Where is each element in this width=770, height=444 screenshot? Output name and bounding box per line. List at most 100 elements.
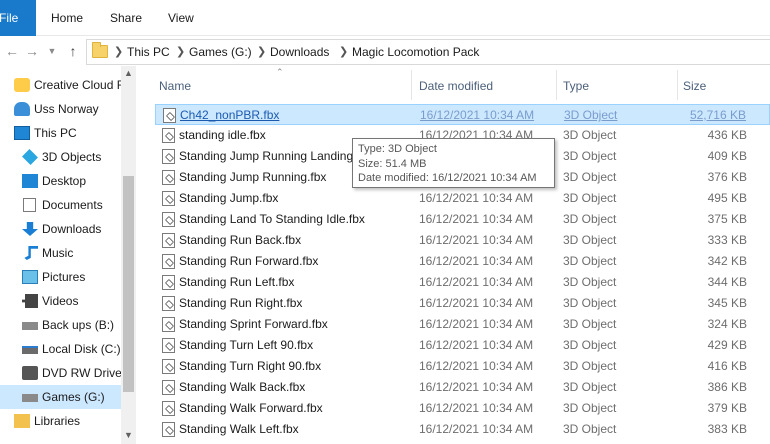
file-type: 3D Object <box>563 422 617 436</box>
tooltip-type: Type: 3D Object <box>358 143 437 155</box>
scroll-down-arrow-icon[interactable]: ▼ <box>121 430 136 440</box>
tab-home[interactable]: Home <box>51 0 83 36</box>
forward-arrow-icon[interactable]: → <box>22 41 42 61</box>
breadcrumb-games-drive[interactable]: Games (G:) <box>189 40 252 64</box>
address-bar[interactable]: ❯ This PC ❯ Games (G:) ❯ Downloads ❯ Mag… <box>86 39 770 65</box>
sidebar-item-pictures[interactable]: Pictures <box>0 265 122 289</box>
scrollbar-thumb[interactable] <box>123 176 134 392</box>
sidebar-item-downloads[interactable]: Downloads <box>0 217 122 241</box>
3d-object-file-icon <box>162 128 175 143</box>
file-size: 52,716 KB <box>689 108 746 122</box>
file-row[interactable]: Standing Walk Forward.fbx 16/12/2021 10:3… <box>155 398 770 419</box>
sidebar-item-music[interactable]: Music <box>0 241 122 265</box>
sidebar-item-games-drive[interactable]: Games (G:) <box>0 385 122 409</box>
tab-share[interactable]: Share <box>110 0 142 36</box>
downloads-icon <box>22 222 38 236</box>
3d-object-file-icon <box>162 233 175 248</box>
sidebar-item-libraries[interactable]: Libraries <box>0 409 122 433</box>
3d-object-file-icon <box>162 317 175 332</box>
column-divider[interactable] <box>411 70 412 100</box>
file-date-modified: 16/12/2021 10:34 AM <box>419 296 534 310</box>
sidebar-item-videos[interactable]: Videos <box>0 289 122 313</box>
sidebar-item-label: Desktop <box>42 174 87 188</box>
file-date-modified: 16/12/2021 10:34 AM <box>419 401 534 415</box>
file-name: Ch42_nonPBR.fbx <box>180 108 280 122</box>
file-type: 3D Object <box>563 380 617 394</box>
3d-object-file-icon <box>162 338 175 353</box>
sidebar-item-label: Back ups (B:) <box>42 318 115 332</box>
file-row[interactable]: Standing Jump.fbx 16/12/2021 10:34 AM 3D O… <box>155 188 770 209</box>
pictures-icon <box>22 270 38 284</box>
sidebar-scrollbar[interactable]: ▲ ▼ <box>121 66 136 444</box>
file-name: Standing Run Left.fbx <box>179 275 295 289</box>
recent-locations-chevron-icon[interactable]: ▼ <box>42 41 62 61</box>
music-icon <box>24 246 38 260</box>
file-row[interactable]: Standing Land To Standing Idle.fbx 16/12/… <box>155 209 770 230</box>
computer-icon <box>14 126 30 140</box>
file-size: 386 KB <box>707 380 747 394</box>
file-row[interactable]: Standing Turn Right 90.fbx 16/12/2021 10:… <box>155 356 770 377</box>
column-divider[interactable] <box>556 70 557 100</box>
file-type: 3D Object <box>563 212 617 226</box>
file-row[interactable]: Standing Run Back.fbx 16/12/2021 10:34 AM… <box>155 230 770 251</box>
sidebar-item-desktop[interactable]: Desktop <box>0 169 122 193</box>
user-folder-icon <box>14 102 30 116</box>
breadcrumb-this-pc[interactable]: This PC <box>127 40 170 64</box>
3d-object-file-icon <box>162 254 175 269</box>
file-row[interactable]: Standing Turn Left 90.fbx 16/12/2021 10:3… <box>155 335 770 356</box>
breadcrumb-separator-icon[interactable]: ❯ <box>176 40 185 64</box>
sidebar-item-dvd-drive[interactable]: DVD RW Drive <box>0 361 122 385</box>
breadcrumb-separator-icon[interactable]: ❯ <box>114 40 123 64</box>
breadcrumb-downloads[interactable]: Downloads <box>270 40 329 64</box>
back-arrow-icon[interactable]: ← <box>2 41 22 61</box>
file-name: Standing Run Back.fbx <box>179 233 302 247</box>
column-header-size[interactable]: Size <box>683 66 706 102</box>
file-row[interactable]: Standing Run Forward.fbx 16/12/2021 10:34… <box>155 251 770 272</box>
file-type: 3D Object <box>563 317 617 331</box>
sidebar-item-creative-cloud[interactable]: Creative Cloud F <box>0 73 122 97</box>
sidebar-item-3d-objects[interactable]: 3D Objects <box>0 145 122 169</box>
file-row[interactable]: Ch42_nonPBR.fbx 16/12/2021 10:34 AM 3D Obj… <box>155 104 770 125</box>
file-row[interactable]: Standing Run Left.fbx 16/12/2021 10:34 AM… <box>155 272 770 293</box>
file-type: 3D Object <box>563 254 617 268</box>
drive-icon <box>22 322 38 330</box>
column-header-name[interactable]: Name <box>159 66 191 102</box>
file-size: 436 KB <box>707 128 747 142</box>
file-size: 344 KB <box>707 275 747 289</box>
file-info-tooltip: Type: 3D Object Size: 51.4 MB Date modif… <box>352 138 555 188</box>
tab-file[interactable]: File <box>0 0 36 36</box>
file-date-modified: 16/12/2021 10:34 AM <box>420 108 535 122</box>
sidebar-item-uss-norway[interactable]: Uss Norway <box>0 97 122 121</box>
column-header-date-modified[interactable]: Date modified <box>419 66 493 102</box>
file-row[interactable]: Standing Sprint Forward.fbx 16/12/2021 10… <box>155 314 770 335</box>
3d-objects-icon <box>22 149 38 165</box>
sidebar-item-documents[interactable]: Documents <box>0 193 122 217</box>
column-divider[interactable] <box>677 70 678 100</box>
file-name: Standing Jump Running.fbx <box>179 170 327 184</box>
sidebar-item-label: 3D Objects <box>42 150 102 164</box>
sidebar-item-label: Games (G:) <box>42 390 105 404</box>
sidebar-item-local-disk[interactable]: Local Disk (C:) <box>0 337 122 361</box>
up-arrow-icon[interactable]: ↑ <box>63 41 83 61</box>
sidebar-item-this-pc[interactable]: This PC <box>0 121 122 145</box>
file-row[interactable]: Standing Run Right.fbx 16/12/2021 10:34 A… <box>155 293 770 314</box>
file-row[interactable]: Standing Walk Back.fbx 16/12/2021 10:34 A… <box>155 377 770 398</box>
breadcrumb-separator-icon[interactable]: ❯ <box>339 40 348 64</box>
file-date-modified: 16/12/2021 10:34 AM <box>419 359 534 373</box>
scroll-up-arrow-icon[interactable]: ▲ <box>121 68 136 78</box>
file-row[interactable]: Standing Walk Left.fbx 16/12/2021 10:34 A… <box>155 419 770 440</box>
file-type: 3D Object <box>564 108 618 122</box>
file-date-modified: 16/12/2021 10:34 AM <box>419 317 534 331</box>
file-date-modified: 16/12/2021 10:34 AM <box>419 275 534 289</box>
file-size: 409 KB <box>707 149 747 163</box>
sidebar-item-back-ups[interactable]: Back ups (B:) <box>0 313 122 337</box>
tab-view[interactable]: View <box>168 0 194 36</box>
file-type: 3D Object <box>563 338 617 352</box>
breadcrumb-magic-locomotion-pack[interactable]: Magic Locomotion Pack <box>352 40 479 64</box>
file-name: Standing Jump.fbx <box>179 191 279 205</box>
file-date-modified: 16/12/2021 10:34 AM <box>419 380 534 394</box>
sidebar-item-label: DVD RW Drive <box>42 366 122 380</box>
column-header-type[interactable]: Type <box>563 66 589 102</box>
file-name: Standing Turn Left 90.fbx <box>179 338 314 352</box>
breadcrumb-separator-icon[interactable]: ❯ <box>257 40 266 64</box>
